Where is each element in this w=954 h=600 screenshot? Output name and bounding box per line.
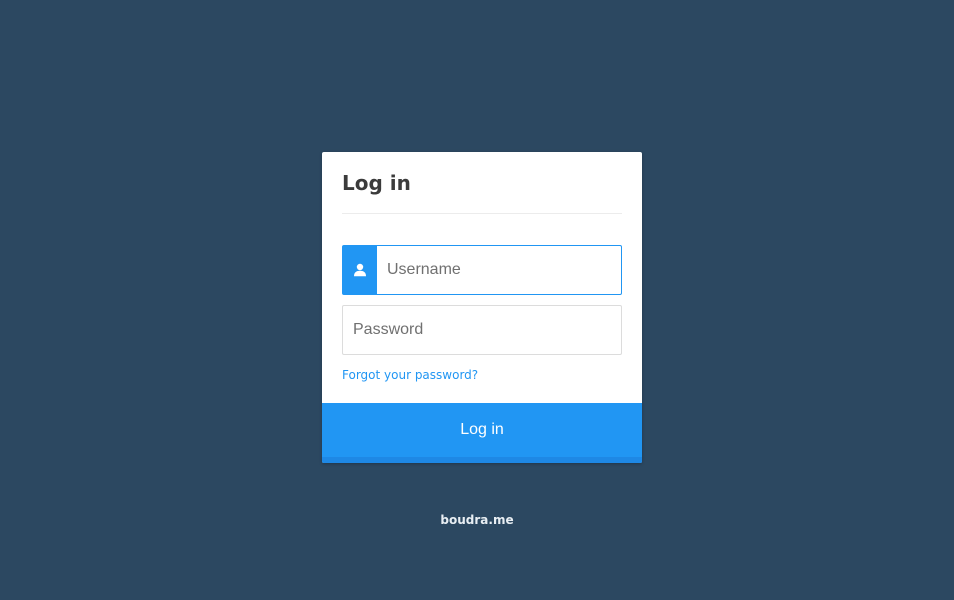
username-field[interactable] [342,245,622,295]
login-card: Log in Forgot your password? Log in [322,152,642,463]
username-input[interactable] [377,246,621,294]
footer-credit: boudra.me [440,513,514,527]
forgot-password-link[interactable]: Forgot your password? [342,367,478,383]
password-input[interactable] [343,306,621,354]
page-title: Log in [342,171,411,195]
title-divider [342,213,622,214]
login-button[interactable]: Log in [322,403,642,463]
user-icon [343,246,377,294]
password-field[interactable] [342,305,622,355]
